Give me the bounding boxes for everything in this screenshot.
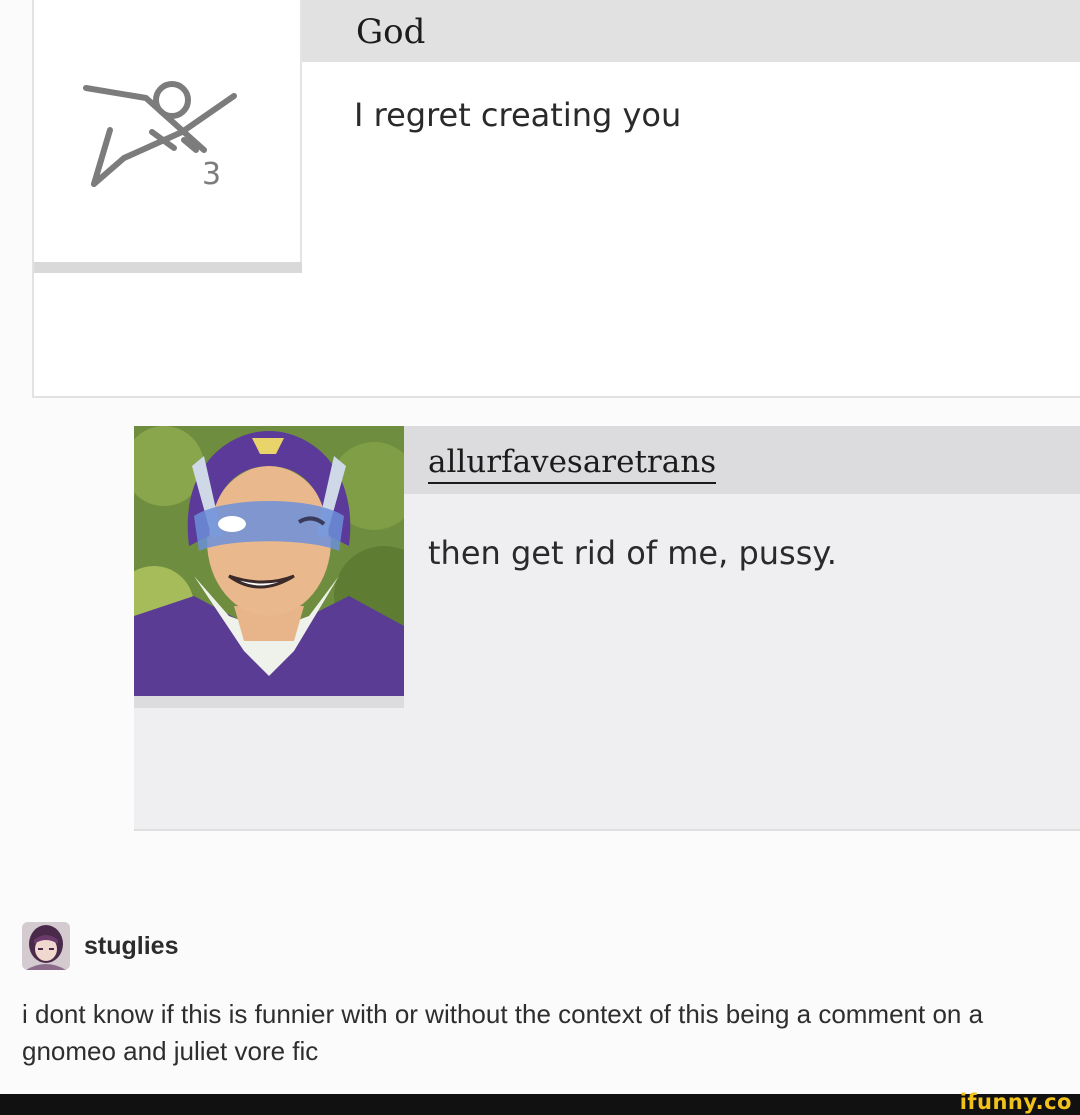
avatar[interactable] (134, 426, 404, 696)
footer-bar: ifunny.co (0, 1090, 1080, 1115)
watermark-logo: ifunny.co (959, 1090, 1072, 1114)
scribble-logo-icon: 3 (83, 81, 237, 192)
comment-text: I regret creating you (354, 96, 682, 134)
avatar[interactable]: 3 (34, 0, 302, 262)
reblog-comment-text: i dont know if this is funnier with or w… (22, 999, 984, 1066)
reblog-header: stuglies (22, 920, 178, 972)
cartoon-hero-avatar-icon (134, 426, 404, 696)
reblog-username[interactable]: stuglies (84, 932, 178, 961)
avatar[interactable] (22, 922, 70, 970)
comment-card-god: 3 God I regret creating you (32, 0, 1080, 398)
comment-username-link[interactable]: allurfavesaretrans (428, 444, 717, 484)
comment-card-allurfavesaretrans: allurfavesaretrans then get rid of me, p… (134, 426, 1080, 831)
svg-text:3: 3 (202, 157, 221, 192)
comment-text: then get rid of me, pussy. (428, 534, 837, 572)
avatar-shadow (134, 696, 404, 708)
avatar-shadow (34, 262, 302, 273)
comment-username[interactable]: God (356, 12, 425, 52)
user-avatar-icon (22, 922, 70, 970)
